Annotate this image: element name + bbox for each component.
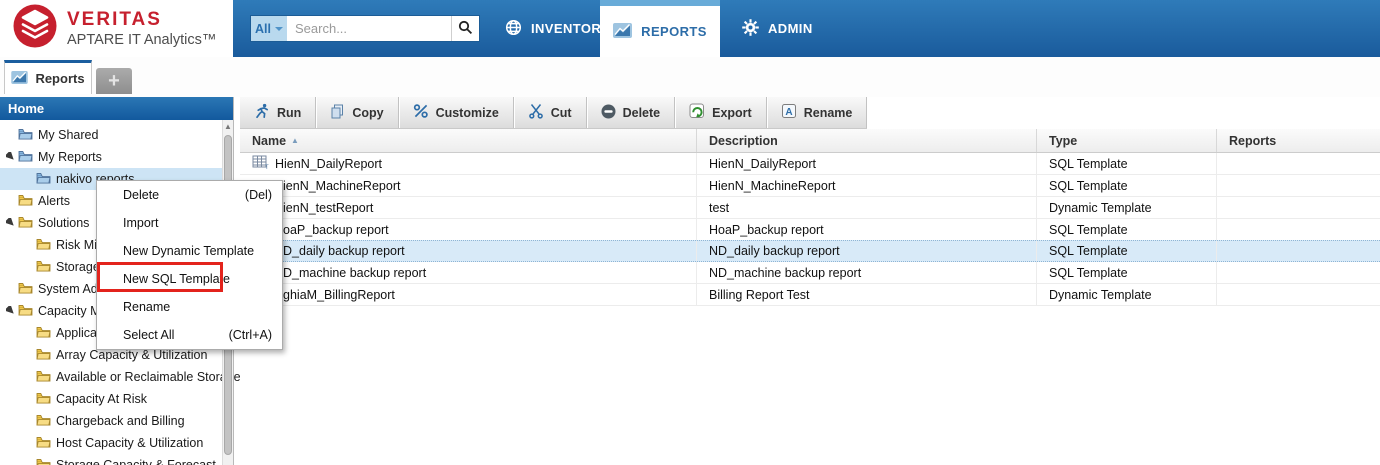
copy-button[interactable]: Copy <box>316 97 398 128</box>
context-menu: Delete (Del) Import New Dynamic Template… <box>96 180 283 350</box>
menu-item-rename[interactable]: Rename <box>97 293 282 321</box>
svg-text:T: T <box>265 165 269 169</box>
sidebar-item-my-shared[interactable]: My Shared <box>0 124 233 146</box>
sidebar-item-storage-forecast[interactable]: Storage Capacity & Forecast <box>0 454 233 465</box>
globe-icon <box>505 19 522 39</box>
expanded-node-icon[interactable] <box>6 304 15 318</box>
rename-icon: A <box>781 103 797 122</box>
nav-inventory[interactable]: INVENTORY <box>505 0 610 57</box>
table-row[interactable]: T HienN_DailyReport HienN_DailyReport SQ… <box>240 153 1380 175</box>
sidebar-title: Home <box>0 97 233 120</box>
table-row[interactable]: HienN_testReport test Dynamic Template <box>240 197 1380 219</box>
search-scope-dropdown[interactable]: All <box>251 16 287 41</box>
table-row[interactable]: HoaP_backup report HoaP_backup report SQ… <box>240 219 1380 241</box>
folder-yellow-icon <box>36 260 51 275</box>
folder-blue-icon <box>36 172 51 187</box>
sql-template-icon: T <box>252 155 269 172</box>
sidebar-item-chargeback[interactable]: Chargeback and Billing <box>0 410 233 432</box>
column-header-reports[interactable]: Reports <box>1217 129 1380 152</box>
table-row[interactable]: NghiaM_BillingReport Billing Report Test… <box>240 284 1380 306</box>
menu-item-new-dynamic-template[interactable]: New Dynamic Template <box>97 237 282 265</box>
search-icon <box>458 20 473 38</box>
chart-icon <box>613 23 632 41</box>
nav-reports[interactable]: REPORTS <box>600 0 720 57</box>
new-tab-button[interactable]: + <box>96 68 132 94</box>
brand-name: VERITAS <box>67 10 216 29</box>
menu-item-delete[interactable]: Delete (Del) <box>97 181 282 209</box>
folder-yellow-icon <box>36 458 51 465</box>
column-header-description[interactable]: Description <box>697 129 1037 152</box>
folder-yellow-icon <box>36 392 51 407</box>
cut-button[interactable]: Cut <box>514 97 587 128</box>
run-button[interactable]: Run <box>240 97 316 128</box>
table-row[interactable]: HienN_MachineReport HienN_MachineReport … <box>240 175 1380 197</box>
folder-blue-icon <box>18 128 33 143</box>
veritas-logo <box>12 3 58 54</box>
brand: VERITAS APTARE IT Analytics™ <box>0 0 233 57</box>
nav-admin[interactable]: ADMIN <box>742 0 813 57</box>
folder-yellow-icon <box>18 216 33 231</box>
sidebar-item-capacity-at-risk[interactable]: Capacity At Risk <box>0 388 233 410</box>
scroll-up-icon[interactable]: ▲ <box>223 120 233 133</box>
folder-yellow-icon <box>18 194 33 209</box>
sidebar-item-host-capacity[interactable]: Host Capacity & Utilization <box>0 432 233 454</box>
folder-yellow-icon <box>18 282 33 297</box>
column-header-type[interactable]: Type <box>1037 129 1217 152</box>
folder-blue-icon <box>18 150 33 165</box>
customize-button[interactable]: Customize <box>399 97 514 128</box>
table-row[interactable]: ND_machine backup report ND_machine back… <box>240 262 1380 284</box>
folder-yellow-icon <box>36 414 51 429</box>
brand-product: APTARE IT Analytics™ <box>67 32 216 48</box>
cut-icon <box>528 103 544 122</box>
expanded-node-icon[interactable] <box>6 150 15 164</box>
menu-item-import[interactable]: Import <box>97 209 282 237</box>
export-button[interactable]: Export <box>675 97 767 128</box>
copy-icon <box>330 104 345 122</box>
sidebar-item-my-reports[interactable]: My Reports <box>0 146 233 168</box>
tab-strip: Reports + <box>0 57 1380 97</box>
sidebar-item-available-storage[interactable]: Available or Reclaimable Storage <box>0 366 233 388</box>
run-icon <box>254 103 270 122</box>
app-header: VERITAS APTARE IT Analytics™ All <box>0 0 1380 57</box>
export-icon <box>689 103 705 122</box>
folder-yellow-icon <box>36 370 51 385</box>
table-row-selected[interactable]: ND_daily backup report ND_daily backup r… <box>240 240 1380 262</box>
chevron-down-icon <box>275 27 283 31</box>
delete-icon <box>601 104 616 122</box>
folder-yellow-icon <box>36 326 51 341</box>
toolbar: Run Copy Customize Cut Delete Export <box>240 97 867 129</box>
global-search: All <box>250 15 480 42</box>
tab-reports[interactable]: Reports <box>4 60 92 94</box>
chart-icon <box>11 71 28 87</box>
folder-yellow-icon <box>36 436 51 451</box>
svg-text:A: A <box>785 107 792 118</box>
column-header-name[interactable]: Name ▲ <box>240 129 697 152</box>
search-input[interactable] <box>287 16 451 41</box>
folder-yellow-icon <box>18 304 33 319</box>
menu-item-new-sql-template[interactable]: New SQL Template <box>97 265 282 293</box>
table-header: Name ▲ Description Type Reports <box>240 129 1380 153</box>
menu-item-select-all[interactable]: Select All (Ctrl+A) <box>97 321 282 349</box>
table-body: T HienN_DailyReport HienN_DailyReport SQ… <box>240 153 1380 306</box>
customize-icon <box>413 103 429 122</box>
delete-button[interactable]: Delete <box>587 97 676 128</box>
app-window: VERITAS APTARE IT Analytics™ All <box>0 0 1380 465</box>
search-button[interactable] <box>451 16 479 41</box>
folder-yellow-icon <box>36 348 51 363</box>
main-panel: Run Copy Customize Cut Delete Export <box>240 97 1380 465</box>
sort-asc-icon: ▲ <box>291 136 299 145</box>
expanded-node-icon[interactable] <box>6 216 15 230</box>
rename-button[interactable]: A Rename <box>767 97 868 128</box>
gear-icon <box>742 19 759 39</box>
folder-yellow-icon <box>36 238 51 253</box>
